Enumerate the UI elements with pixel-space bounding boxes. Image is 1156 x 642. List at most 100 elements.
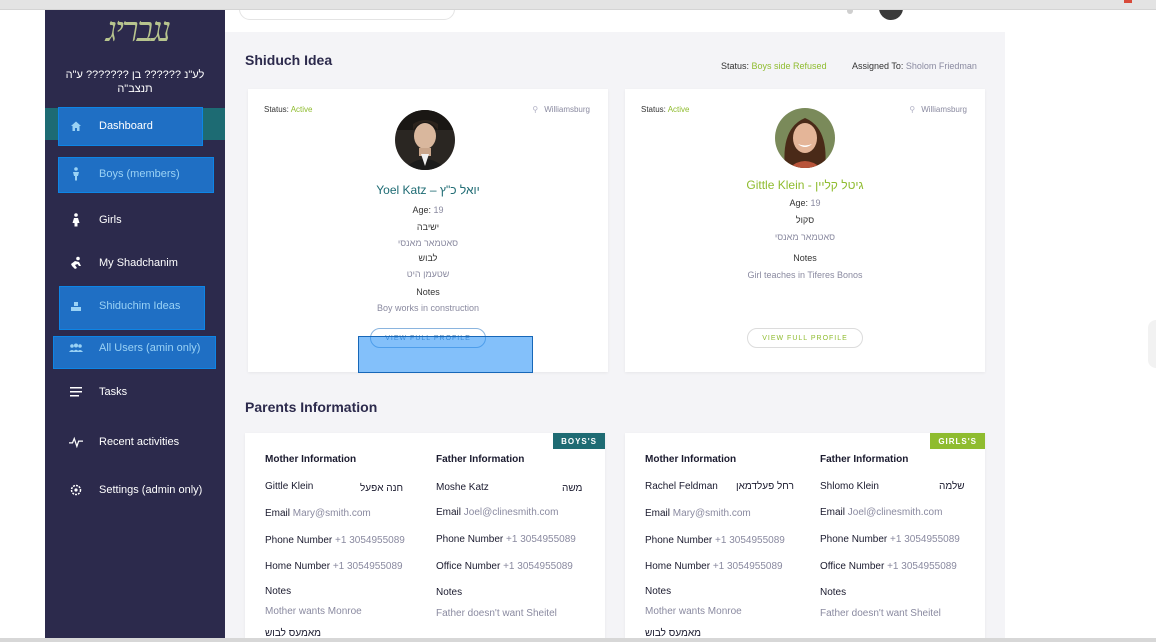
girl-card: Status: Active ⚲ Williamsburg Gittle Klei… xyxy=(625,89,985,372)
sidebar-item-settings[interactable]: Settings (admin only) xyxy=(45,470,225,510)
users-icon xyxy=(69,341,83,355)
mother-home-number: Home Number +1 3054955089 xyxy=(265,561,403,572)
dress-value: שטעמן היט xyxy=(406,269,450,279)
sidebar-item-recent-activities[interactable]: Recent activities xyxy=(45,422,225,462)
father-name-hebrew: שלמה xyxy=(939,481,965,492)
sidebar-item-label: Girls xyxy=(99,214,122,226)
status-badge: Status: Active xyxy=(641,105,690,114)
sidebar-item-label: Shiduchim Ideas xyxy=(99,300,181,312)
mother-name: Gittle Klein xyxy=(265,481,314,492)
sidebar-item-all-users[interactable]: All Users (amin only) xyxy=(45,328,225,368)
girl-name: Gittle Klein - גיטל קליין xyxy=(746,178,864,192)
father-office-number: Office Number +1 3054955089 xyxy=(820,561,957,572)
sidebar: נגבריג לע"נ ?????? בן ??????? ע"ה תנצב"ה… xyxy=(45,10,225,642)
father-name: Shlomo Klein xyxy=(820,481,879,492)
avatar[interactable] xyxy=(879,10,903,20)
sidebar-item-label: Dashboard xyxy=(99,120,153,132)
idea-assigned: Assigned To: Sholom Friedman xyxy=(852,61,977,71)
right-margin xyxy=(1005,10,1156,642)
boys-parents-card: BOYS'S Mother Information Father Informa… xyxy=(245,433,605,642)
school-value: סאטמאר מאנסי xyxy=(774,232,836,242)
father-email: Email Joel@clinesmith.com xyxy=(820,507,943,518)
notes-label: Notes xyxy=(793,253,817,263)
mother-header: Mother Information xyxy=(645,454,737,465)
bottom-bar xyxy=(0,638,1156,642)
sidebar-item-label: All Users (amin only) xyxy=(99,342,201,354)
scroll-handle[interactable] xyxy=(1148,320,1156,368)
boy-notes: Boy works in construction xyxy=(376,303,480,313)
section-title-shiduch-idea: Shiduch Idea xyxy=(245,52,333,68)
notes-label: Notes xyxy=(416,287,440,297)
location: ⚲ Williamsburg xyxy=(532,105,590,114)
sidebar-item-shiduchim-ideas[interactable]: Shiduchim Ideas xyxy=(45,286,225,326)
header-bar xyxy=(225,10,1005,32)
sidebar-item-dashboard[interactable]: Dashboard xyxy=(45,106,225,146)
sidebar-item-boys[interactable]: Boys (members) xyxy=(45,154,225,194)
gear-icon xyxy=(69,483,83,497)
boy-name: Yoel Katz – יואל כ"ץ xyxy=(376,183,480,197)
section-title-parents: Parents Information xyxy=(245,399,378,415)
sidebar-item-label: Boys (members) xyxy=(99,168,180,180)
boy-icon xyxy=(69,167,83,181)
view-full-profile-button[interactable]: VIEW FULL PROFILE xyxy=(747,328,863,348)
girl-age: Age: 19 xyxy=(789,198,821,208)
father-office-number: Office Number +1 3054955089 xyxy=(436,561,573,572)
father-phone: Phone Number +1 3054955089 xyxy=(436,534,576,545)
dress-label: לבוש xyxy=(418,253,438,263)
sidebar-item-girls[interactable]: Girls xyxy=(45,200,225,240)
girls-parents-card: GIRLS'S Mother Information Father Inform… xyxy=(625,433,985,642)
handshake-icon xyxy=(69,256,83,270)
boy-photo xyxy=(395,110,455,170)
sidebar-item-my-shadchanim[interactable]: My Shadchanim xyxy=(45,243,225,283)
father-notes: Father doesn't want Sheitel xyxy=(436,608,557,619)
sidebar-item-tasks[interactable]: Tasks xyxy=(45,372,225,412)
father-header: Father Information xyxy=(820,454,909,465)
girls-tag: GIRLS'S xyxy=(930,433,985,449)
sidebar-item-label: Tasks xyxy=(99,386,128,398)
dedication-text: לע"נ ?????? בן ??????? ע"ה תנצב"ה xyxy=(65,69,205,95)
mother-name: Rachel Feldman xyxy=(645,481,718,492)
mother-header: Mother Information xyxy=(265,454,357,465)
mother-notes-label: Notes xyxy=(645,586,672,597)
girl-photo xyxy=(775,108,835,168)
mother-notes: Mother wants Monroe xyxy=(645,606,742,617)
mother-name-hebrew: חנה אפעל xyxy=(360,483,404,494)
activity-icon xyxy=(69,435,83,449)
father-notes: Father doesn't want Sheitel xyxy=(820,608,941,619)
yeshiva-label: ישיבה xyxy=(416,222,440,232)
main-content: Shiduch Idea Status: Boys side Refused A… xyxy=(225,10,1005,642)
location-pin-icon: ⚲ xyxy=(532,105,539,114)
mother-notes: Mother wants Monroe xyxy=(265,606,362,617)
sidebar-item-label: My Shadchanim xyxy=(99,257,178,269)
mother-home-number: Home Number +1 3054955089 xyxy=(645,561,783,572)
close-icon[interactable] xyxy=(1124,0,1132,3)
boy-age: Age: 19 xyxy=(412,205,444,215)
mother-name-hebrew: רחל פעלדמאן xyxy=(736,481,794,492)
father-notes-label: Notes xyxy=(436,587,463,598)
girl-notes: Girl teaches in Tiferes Bonos xyxy=(747,270,863,280)
home-icon xyxy=(69,119,83,133)
mother-email: Email Mary@smith.com xyxy=(265,508,371,519)
list-icon xyxy=(69,385,83,399)
search-input[interactable] xyxy=(239,10,455,20)
browser-top-bar xyxy=(0,0,1156,10)
father-phone: Phone Number +1 3054955089 xyxy=(820,534,960,545)
father-name-hebrew: משה xyxy=(562,483,583,494)
father-header: Father Information xyxy=(436,454,525,465)
school-label: סקול xyxy=(795,215,815,225)
status-badge: Status: Active xyxy=(264,105,313,114)
location-pin-icon: ⚲ xyxy=(909,105,916,114)
boys-tag: BOYS'S xyxy=(553,433,605,449)
sidebar-item-label: Settings (admin only) xyxy=(99,484,203,496)
boy-card: Status: Active ⚲ Williamsburg Yoel Katz –… xyxy=(248,89,608,373)
highlight-box xyxy=(358,336,533,373)
logo: נגבריג xyxy=(105,10,172,50)
father-notes-label: Notes xyxy=(820,587,847,598)
mother-notes-label: Notes xyxy=(265,586,292,597)
bell-icon[interactable] xyxy=(847,10,853,14)
sidebar-item-label: Recent activities xyxy=(99,436,180,448)
yeshiva-value: סאטמאר מאנסי xyxy=(397,238,459,248)
mother-phone: Phone Number +1 3054955089 xyxy=(645,535,785,546)
mother-phone: Phone Number +1 3054955089 xyxy=(265,535,405,546)
girl-icon xyxy=(69,213,83,227)
